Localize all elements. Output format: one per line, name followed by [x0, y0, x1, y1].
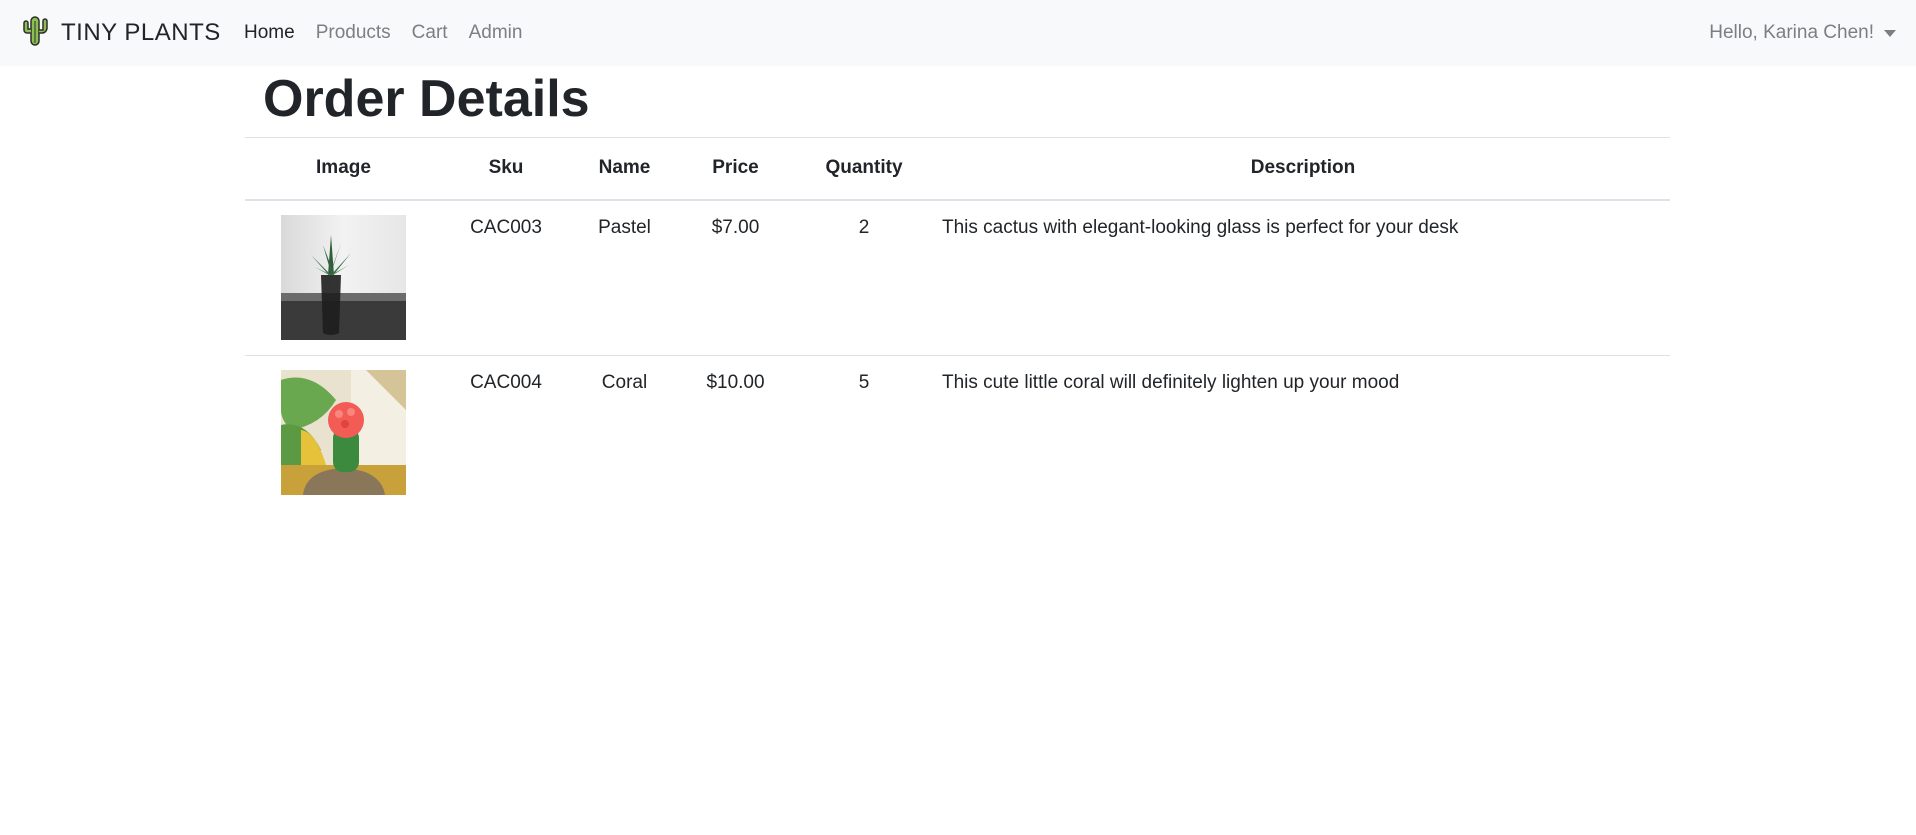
- header-image: Image: [245, 137, 442, 201]
- table-row: CAC003 Pastel $7.00 2 This cactus with e…: [245, 200, 1670, 356]
- brand-name: TINY PLANTS: [61, 19, 221, 46]
- header-sku: Sku: [442, 137, 570, 201]
- table-row: CAC004 Coral $10.00 5 This cute little c…: [245, 355, 1670, 512]
- header-quantity: Quantity: [792, 137, 936, 201]
- chevron-down-icon: [1884, 29, 1896, 37]
- cell-image: [245, 355, 442, 512]
- cell-price: $7.00: [711, 216, 760, 238]
- cell-name: Coral: [570, 355, 679, 512]
- user-greeting: Hello, Karina Chen!: [1709, 22, 1874, 43]
- navbar: TINY PLANTS Home Products Cart Admin Hel…: [0, 0, 1916, 66]
- cell-name: Pastel: [598, 216, 651, 238]
- nav-products[interactable]: Products: [316, 22, 391, 44]
- cell-sku: CAC003: [470, 216, 542, 238]
- page-title: Order Details: [263, 70, 590, 128]
- cell-image: [245, 200, 442, 356]
- nav-links: Home Products Cart Admin: [244, 0, 543, 66]
- order-details-table: Image Sku Name Price Quantity Descriptio…: [245, 137, 1670, 512]
- cell-sku: CAC004: [442, 355, 570, 512]
- cell-price: $10.00: [679, 355, 792, 512]
- product-image-coral: [281, 370, 406, 495]
- product-image-pastel: [281, 214, 406, 340]
- nav-admin[interactable]: Admin: [469, 22, 523, 44]
- nav-home[interactable]: Home: [244, 22, 295, 44]
- nav-cart[interactable]: Cart: [412, 22, 448, 44]
- cell-quantity: 2: [858, 216, 870, 238]
- table-header-row: Image Sku Name Price Quantity Descriptio…: [245, 137, 1670, 201]
- header-description: Description: [936, 137, 1670, 201]
- user-menu-dropdown[interactable]: Hello, Karina Chen!: [1709, 0, 1896, 66]
- cell-quantity: 5: [792, 355, 936, 512]
- brand-link[interactable]: TINY PLANTS: [20, 0, 221, 66]
- cell-description: This cactus with elegant-looking glass i…: [942, 216, 1459, 238]
- header-price: Price: [679, 137, 792, 201]
- cactus-icon: [20, 15, 50, 52]
- header-name: Name: [570, 137, 679, 201]
- cell-description: This cute little coral will definitely l…: [936, 355, 1670, 512]
